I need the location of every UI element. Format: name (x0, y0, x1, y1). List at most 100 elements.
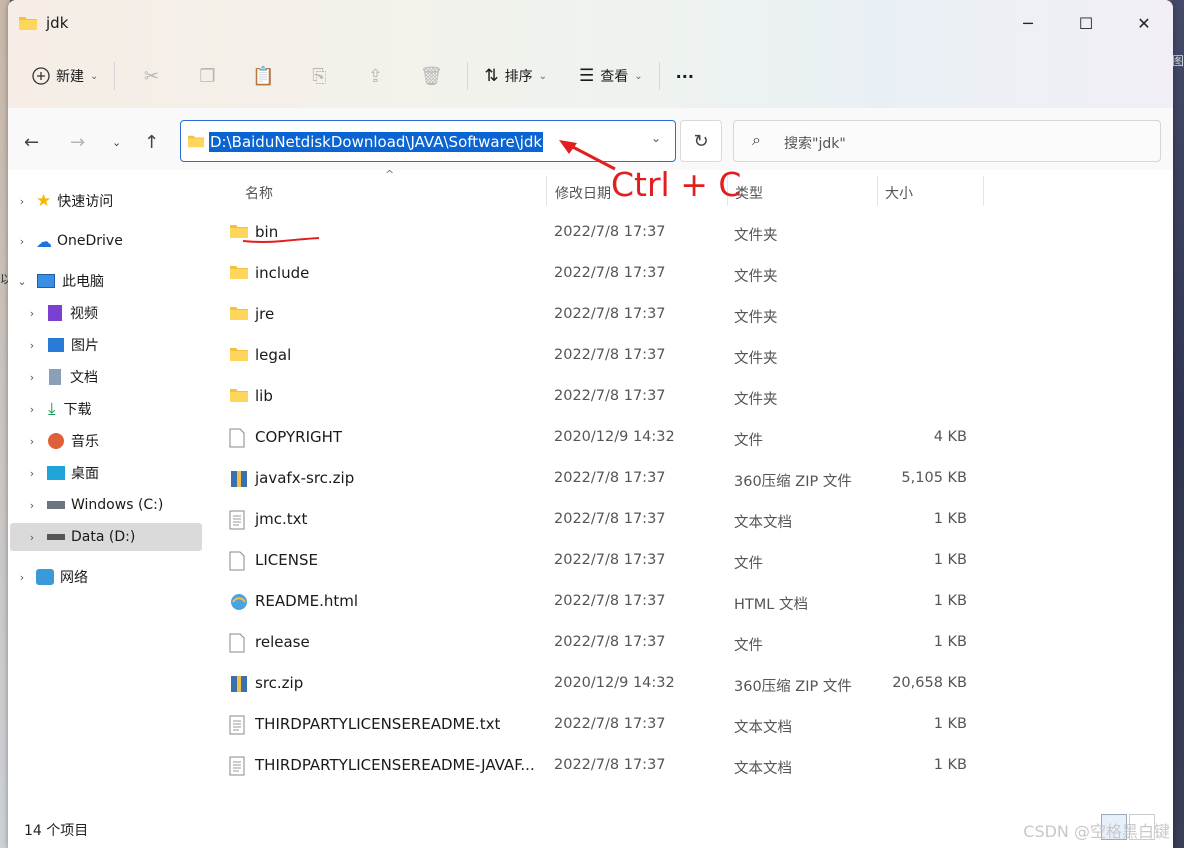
chevron-right-icon[interactable]: › (24, 307, 40, 320)
file-name: LICENSE (255, 551, 318, 569)
file-date: 2022/7/8 17:37 (554, 470, 666, 486)
sidebar-item-label: 桌面 (71, 466, 99, 482)
chevron-down-icon[interactable]: ⌄ (14, 275, 30, 288)
forward-button[interactable]: → (70, 132, 85, 153)
sidebar-item-windows-c[interactable]: › Windows (C:) (24, 491, 218, 519)
file-date: 2022/7/8 17:37 (554, 634, 666, 650)
file-explorer-window: jdk ─ ☐ ✕ 新建 ⌄ ✂ ❐ 📋 ⎘ ⇪ 🗑 ⇅ 排序 ⌄ ☰ 查看 ⌄… (8, 0, 1173, 848)
file-size: 4 KB (933, 429, 967, 445)
share-button[interactable]: ⇪ (347, 56, 403, 96)
file-row[interactable]: legal 2022/7/8 17:37 文件夹 (205, 336, 985, 376)
new-button[interactable]: 新建 ⌄ (24, 56, 106, 96)
network-icon (36, 569, 54, 585)
sidebar-item-desktop[interactable]: › 桌面 (24, 459, 218, 487)
sort-icon: ⇅ (484, 66, 499, 86)
sidebar-item-data-d[interactable]: › Data (D:) (10, 523, 202, 551)
file-row[interactable]: lib 2022/7/8 17:37 文件夹 (205, 377, 985, 417)
file-row[interactable]: jmc.txt 2022/7/8 17:37 文本文档 1 KB (205, 500, 985, 540)
item-count: 14 个项目 (24, 823, 89, 839)
file-row[interactable]: src.zip 2020/12/9 14:32 360压缩 ZIP 文件 20,658… (205, 664, 985, 704)
back-button[interactable]: ← (24, 132, 39, 153)
chevron-right-icon[interactable]: › (24, 371, 40, 384)
more-icon: ··· (675, 66, 694, 86)
document-icon (49, 369, 61, 385)
file-name: src.zip (255, 674, 304, 692)
address-dropdown-icon[interactable]: ⌄ (651, 131, 661, 145)
annotation-arrow (559, 140, 616, 171)
chevron-right-icon[interactable]: › (24, 403, 40, 416)
file-row[interactable]: LICENSE 2022/7/8 17:37 文件 1 KB (205, 541, 985, 581)
file-type: 文件夹 (734, 228, 778, 244)
divider (467, 62, 469, 90)
sidebar-item-pictures[interactable]: › 图片 (24, 331, 218, 359)
more-options-button[interactable]: ··· (668, 56, 702, 96)
sidebar-item-music[interactable]: › 音乐 (24, 427, 218, 455)
column-name[interactable]: 名称 (245, 183, 273, 203)
sidebar-item-quick-access[interactable]: › ★ 快速访问 (14, 187, 208, 215)
sidebar-item-network[interactable]: › 网络 (14, 563, 208, 591)
chevron-right-icon[interactable]: › (14, 235, 30, 248)
file-name: THIRDPARTYLICENSEREADME.txt (255, 715, 501, 733)
file-name: release (255, 633, 310, 651)
sidebar-item-this-pc[interactable]: ⌄ 此电脑 (14, 267, 208, 295)
column-size[interactable]: 大小 (885, 183, 913, 203)
column-date[interactable]: 修改日期 (555, 183, 611, 203)
sidebar-item-videos[interactable]: › 视频 (24, 299, 218, 327)
file-type: 文件 (734, 556, 763, 572)
file-type: 360压缩 ZIP 文件 (734, 679, 852, 695)
file-type: 文本文档 (734, 761, 792, 777)
file-size: 1 KB (933, 716, 967, 732)
window-title-text: jdk (46, 14, 69, 32)
file-row[interactable]: jre 2022/7/8 17:37 文件夹 (205, 295, 985, 335)
paste-button[interactable]: 📋 (235, 56, 291, 96)
chevron-right-icon[interactable]: › (24, 531, 40, 544)
file-date: 2022/7/8 17:37 (554, 224, 666, 240)
sidebar-item-documents[interactable]: › 文档 (24, 363, 218, 391)
chevron-right-icon[interactable]: › (24, 435, 40, 448)
file-row[interactable]: release 2022/7/8 17:37 文件 1 KB (205, 623, 985, 663)
chevron-right-icon[interactable]: › (14, 571, 30, 584)
folder-icon (19, 17, 37, 30)
download-icon: ⤓ (48, 399, 56, 419)
trash-icon: 🗑 (419, 65, 443, 87)
address-path[interactable]: D:\BaiduNetdiskDownload\JAVA\Software\jd… (209, 132, 544, 152)
file-name: README.html (255, 592, 359, 610)
sidebar-item-label: Windows (C:) (71, 497, 164, 513)
file-row[interactable]: THIRDPARTYLICENSEREADME-JAVAF... 2022/7/8… (205, 746, 985, 786)
search-input[interactable]: ⌕ 搜索"jdk" (733, 120, 1161, 162)
cut-button[interactable]: ✂ (123, 56, 179, 96)
close-button[interactable]: ✕ (1115, 0, 1173, 46)
recent-locations-button[interactable]: ⌄ (112, 136, 121, 149)
search-placeholder: 搜索"jdk" (784, 136, 846, 152)
sidebar-item-label: 网络 (60, 570, 88, 586)
up-button[interactable]: ↑ (144, 132, 159, 153)
rename-button[interactable]: ⎘ (291, 56, 347, 96)
file-type: 文件夹 (734, 269, 778, 285)
file-row[interactable]: javafx-src.zip 2022/7/8 17:37 360压缩 ZIP 文件… (205, 459, 985, 499)
file-row[interactable]: THIRDPARTYLICENSEREADME.txt 2022/7/8 17:3… (205, 705, 985, 745)
refresh-button[interactable]: ↻ (680, 120, 722, 162)
video-icon (48, 305, 62, 321)
file-list: ^ 名称 修改日期 类型 大小 bin 2022/7/8 17:37 文件夹 incl… (205, 168, 1173, 810)
chevron-right-icon[interactable]: › (24, 339, 40, 352)
view-button[interactable]: ☰ 查看 ⌄ (571, 56, 651, 96)
sidebar-item-downloads[interactable]: › ⤓ 下载 (24, 395, 218, 423)
divider (877, 176, 878, 206)
sidebar-item-label: 视频 (70, 306, 98, 322)
delete-button[interactable]: 🗑 (403, 56, 459, 96)
window-controls: ─ ☐ ✕ (999, 0, 1173, 46)
file-row[interactable]: include 2022/7/8 17:37 文件夹 (205, 254, 985, 294)
chevron-right-icon[interactable]: › (14, 195, 30, 208)
sidebar-item-onedrive[interactable]: › ☁ OneDrive (14, 227, 208, 255)
maximize-button[interactable]: ☐ (1057, 0, 1115, 46)
file-row[interactable]: README.html 2022/7/8 17:37 HTML 文档 1 KB (205, 582, 985, 622)
minimize-button[interactable]: ─ (999, 0, 1057, 46)
chevron-right-icon[interactable]: › (24, 467, 40, 480)
chevron-right-icon[interactable]: › (24, 499, 40, 512)
sort-button[interactable]: ⇅ 排序 ⌄ (476, 56, 555, 96)
file-row[interactable]: COPYRIGHT 2020/12/9 14:32 文件 4 KB (205, 418, 985, 458)
file-type: 文件夹 (734, 392, 778, 408)
copy-button[interactable]: ❐ (179, 56, 235, 96)
file-size: 1 KB (933, 757, 967, 773)
file-icon (229, 633, 249, 653)
